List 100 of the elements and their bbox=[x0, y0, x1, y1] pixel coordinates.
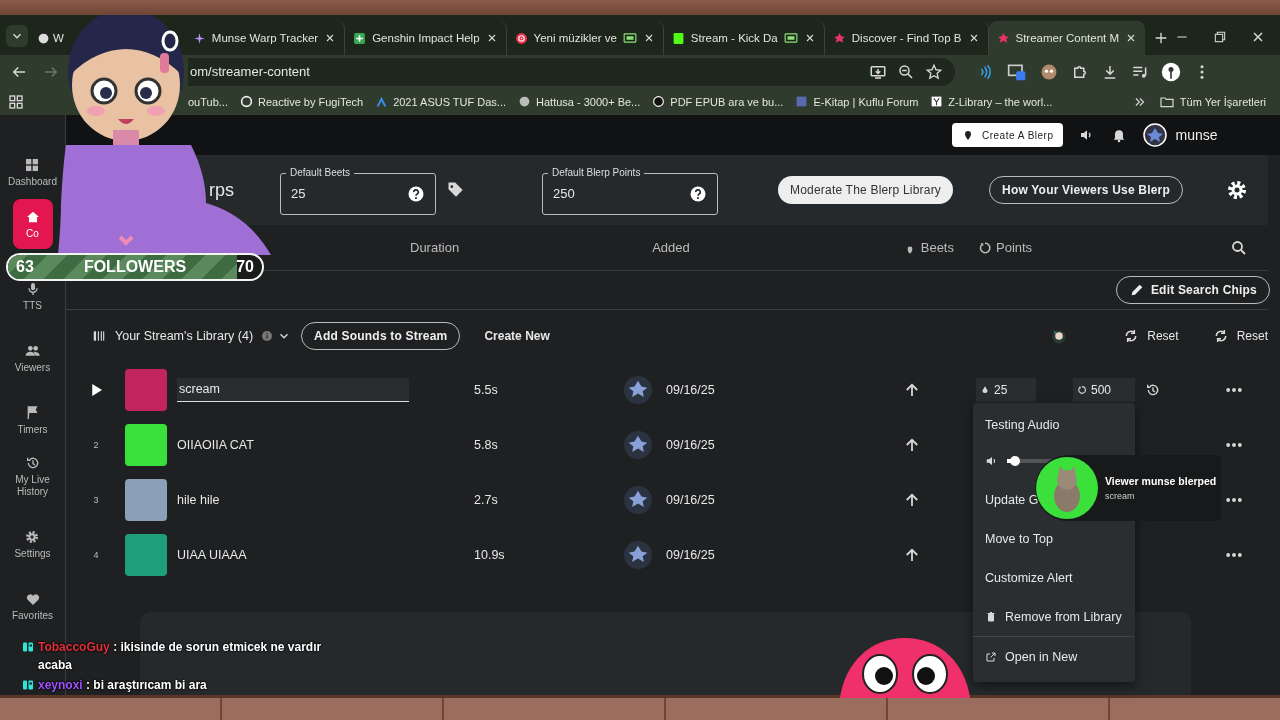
column-header[interactable]: Duration bbox=[410, 240, 460, 255]
sidebar-item[interactable]: My Live History bbox=[1, 455, 64, 497]
reset-button[interactable]: Reset bbox=[1212, 328, 1268, 344]
follower-count: 63 bbox=[16, 258, 34, 276]
row-number: 4 bbox=[93, 549, 99, 560]
name-field[interactable]: scream bbox=[177, 377, 409, 402]
column-header[interactable]: Points bbox=[978, 240, 1033, 255]
triangle-icon bbox=[375, 95, 389, 108]
dashboard-icon bbox=[24, 156, 41, 173]
address-bar[interactable]: om/streamer-content bbox=[188, 57, 955, 86]
points-field[interactable]: 500 bbox=[1073, 377, 1135, 402]
follower-label: FOLLOWERS bbox=[83, 258, 187, 276]
help-icon[interactable] bbox=[689, 184, 707, 203]
duration-cell-text: 5.5s bbox=[474, 382, 499, 397]
chat-message: TobaccoGuy : ikisinde de sorun etmicek ne vardır acaba bbox=[38, 639, 323, 674]
menu-item[interactable]: Move to Top bbox=[973, 519, 1135, 558]
row-number: 3 bbox=[93, 494, 99, 505]
restore-icon[interactable] bbox=[1212, 29, 1228, 45]
square-icon bbox=[671, 31, 685, 45]
circle-icon bbox=[37, 31, 50, 45]
menu-item[interactable]: Open in New bbox=[973, 637, 1135, 676]
screen-icon bbox=[783, 31, 798, 45]
gear-icon bbox=[24, 528, 41, 545]
settings-icon[interactable] bbox=[1225, 178, 1249, 202]
beets-field[interactable]: 25 bbox=[976, 377, 1036, 402]
apps-grid-icon[interactable] bbox=[8, 93, 24, 110]
sound-name: OIIAOIIA CAT bbox=[177, 436, 255, 454]
date-cell-text: 09/16/25 bbox=[666, 547, 716, 562]
zoom-out-icon[interactable] bbox=[897, 62, 915, 81]
square-icon bbox=[795, 95, 809, 108]
action-button[interactable]: Moderate The Blerp Library bbox=[778, 176, 954, 204]
row-number: 2 bbox=[93, 439, 99, 450]
sidebar-item[interactable]: Viewers bbox=[12, 342, 53, 373]
bookmark[interactable]: E-Kitap | Kuflu Forum bbox=[813, 95, 919, 108]
bookmark[interactable]: 2021 ASUS TUF Das... bbox=[393, 95, 507, 108]
reset-button[interactable]: Reset bbox=[1123, 328, 1179, 344]
bookmark[interactable]: PDF EPUB ara ve bu... bbox=[670, 95, 784, 108]
play-circle-icon bbox=[514, 31, 528, 45]
alert-sound-name: scream bbox=[1105, 491, 1136, 501]
bookmark[interactable]: Hattusa - 3000+ Be... bbox=[536, 95, 641, 108]
bookmark[interactable]: Reactive by FugiTech bbox=[257, 95, 364, 108]
sound-name: hile hile bbox=[177, 491, 221, 509]
creator-avatar bbox=[624, 485, 652, 514]
bookmark[interactable]: ouTub... bbox=[188, 95, 228, 108]
sparkle-icon bbox=[192, 31, 206, 45]
bookmark-folder[interactable]: Tüm Yer İşaretleri bbox=[1179, 95, 1266, 108]
creator-avatar bbox=[624, 430, 652, 459]
badge-icon bbox=[22, 679, 34, 691]
refresh-icon bbox=[1077, 384, 1087, 395]
sidebar-item[interactable]: Favorites bbox=[9, 590, 56, 621]
menu-heading: Testing Audio bbox=[984, 417, 1061, 434]
sidebar-item[interactable]: Dashboard bbox=[6, 156, 59, 187]
menu-item[interactable]: Remove from Library bbox=[973, 597, 1135, 636]
creator-avatar bbox=[624, 375, 652, 404]
sound-name: UIAA UIAAA bbox=[177, 546, 248, 564]
username[interactable]: munse bbox=[1175, 127, 1218, 143]
sidebar-item[interactable]: Timers bbox=[12, 404, 53, 435]
creator-avatar bbox=[624, 540, 652, 569]
column-header[interactable]: Added bbox=[652, 240, 690, 255]
sidebar-item[interactable]: TTS bbox=[12, 280, 53, 311]
ring-icon bbox=[239, 95, 253, 108]
create-new-button[interactable]: Create New bbox=[484, 329, 550, 343]
drop-icon bbox=[980, 384, 990, 395]
blob-icon bbox=[832, 31, 846, 45]
create-blerp-button[interactable]: Create A Blerp bbox=[952, 123, 1064, 147]
chat-message: xeynoxi : bi araştırıcam bi ara bbox=[38, 677, 208, 694]
sidebar-item[interactable]: Settings bbox=[12, 528, 53, 559]
date-cell-text: 09/16/25 bbox=[666, 382, 716, 397]
duration-cell-text: 10.9s bbox=[474, 547, 506, 562]
browser-tab[interactable]: Streamer Content M bbox=[988, 21, 1146, 55]
badge-icon bbox=[22, 641, 34, 653]
column-header[interactable]: Beets bbox=[902, 240, 954, 255]
sidebar-item[interactable]: Co bbox=[12, 199, 53, 249]
duration-cell-text: 2.7s bbox=[474, 492, 499, 507]
search-icon[interactable] bbox=[1230, 238, 1248, 257]
square-icon bbox=[930, 95, 944, 108]
plus-square-icon bbox=[353, 31, 367, 45]
refresh-icon bbox=[978, 240, 992, 255]
bookmark[interactable]: Z-Library – the worl... bbox=[948, 95, 1053, 108]
library-title[interactable]: Your Stream's Library (4) bbox=[115, 329, 254, 343]
page-title: rps bbox=[209, 179, 235, 201]
follower-goal: 70 bbox=[236, 258, 254, 276]
date-cell-text: 09/16/25 bbox=[666, 437, 716, 452]
external-link-icon bbox=[985, 650, 997, 663]
circle-icon bbox=[652, 95, 666, 108]
pin-icon bbox=[962, 129, 974, 141]
info-icon[interactable] bbox=[261, 330, 274, 342]
menu-item[interactable]: Customize Alert bbox=[973, 558, 1135, 597]
screen-icon bbox=[622, 31, 637, 45]
alert-title: Viewer munse blerped bbox=[1105, 475, 1217, 487]
blob-icon bbox=[996, 31, 1010, 45]
date-cell-text: 09/16/25 bbox=[666, 492, 716, 507]
star-icon[interactable] bbox=[925, 62, 943, 81]
help-icon[interactable] bbox=[407, 184, 425, 203]
user-avatar[interactable] bbox=[1143, 123, 1168, 147]
browser-tab[interactable]: W bbox=[35, 21, 66, 55]
profile-avatar-icon[interactable] bbox=[1161, 61, 1181, 82]
history-icon bbox=[24, 455, 41, 471]
trash-icon bbox=[985, 610, 997, 623]
library-icon[interactable] bbox=[92, 329, 106, 343]
